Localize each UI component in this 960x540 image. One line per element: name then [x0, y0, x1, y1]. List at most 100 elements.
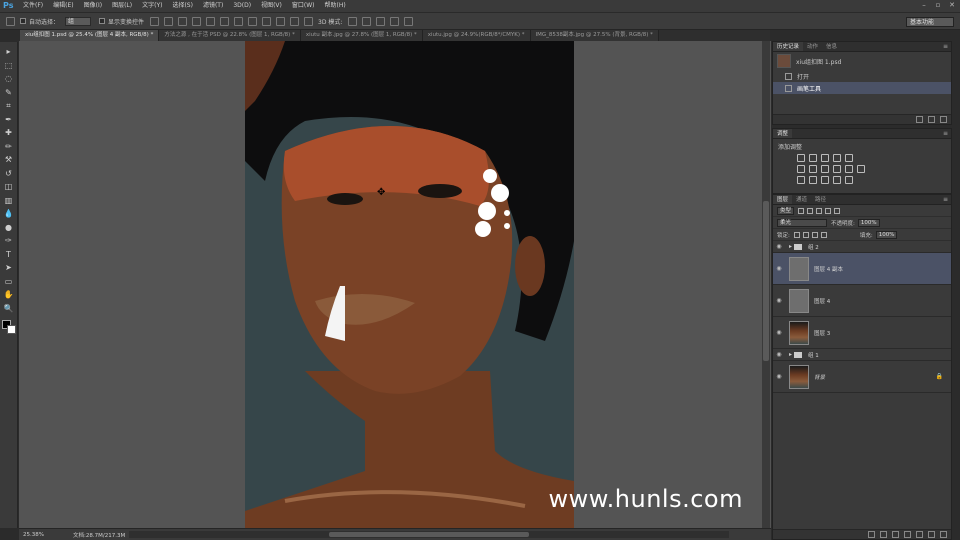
new-layer-icon[interactable] [928, 531, 935, 538]
tab-document-5[interactable]: IMG_8538副本.jpg @ 27.5% (背景, RGB/8) * [530, 30, 659, 41]
history-item-brush[interactable]: 画笔工具 [773, 82, 951, 94]
blend-mode-dropdown[interactable]: 柔光 [777, 218, 827, 227]
distribute-bottom-icon[interactable] [262, 16, 272, 26]
menu-item-select[interactable]: 选择(S) [167, 0, 198, 12]
color-lookup-icon[interactable] [857, 165, 865, 173]
expand-arrow-icon[interactable]: ▸ [789, 351, 792, 358]
filter-adjustment-icon[interactable] [807, 207, 814, 214]
tab-history[interactable]: 历史记录 [773, 42, 804, 51]
photo-filter-icon[interactable] [833, 165, 841, 173]
channel-mixer-icon[interactable] [845, 165, 853, 173]
layer-group-1[interactable]: ◉ ▸ 组 1 [773, 349, 951, 361]
show-transform-checkbox[interactable] [99, 18, 106, 24]
trash-icon[interactable] [940, 531, 947, 538]
tab-document-2[interactable]: 方法之源 , 在于活 PSD @ 22.8% (图层 1, RGB/8) * [159, 30, 301, 41]
zoom-icon[interactable]: 🔍 [3, 303, 15, 315]
lock-transparent-icon[interactable] [793, 231, 800, 238]
visibility-eye-icon[interactable]: ◉ [773, 373, 785, 380]
move-tool-preset-icon[interactable] [6, 16, 15, 26]
marquee-icon[interactable]: ⬚ [3, 60, 15, 72]
history-item-open[interactable]: 打开 [773, 70, 951, 82]
healing-icon[interactable]: ✚ [3, 127, 15, 139]
tab-document-4[interactable]: xiutu.jpg @ 24.9%(RGB/8*/CMYK) * [422, 30, 531, 41]
align-right-icon[interactable] [220, 16, 230, 26]
menu-item-filter[interactable]: 滤镜(T) [198, 0, 228, 12]
layer-background[interactable]: ◉ 背景 🔒 [773, 361, 951, 393]
blur-icon[interactable]: 💧 [3, 208, 15, 220]
layer-group-2[interactable]: ◉ ▸ 组 2 [773, 241, 951, 253]
visibility-eye-icon[interactable]: ◉ [773, 265, 785, 272]
align-left-icon[interactable] [192, 16, 202, 26]
opacity-input[interactable]: 100% [857, 218, 880, 227]
menu-item-edit[interactable]: 编辑(E) [48, 0, 78, 12]
layer-3[interactable]: ◉ 图层 3 [773, 317, 951, 349]
history-snapshot[interactable]: xiu组扣图 1.psd [773, 52, 951, 70]
lock-all-icon[interactable] [820, 231, 827, 238]
layer-filter-kind[interactable]: 类型 [777, 206, 795, 215]
expand-arrow-icon[interactable]: ▸ [789, 243, 792, 250]
canvas-area[interactable]: ✥ www.hunls.com [19, 41, 771, 528]
layer-mask-icon[interactable] [892, 531, 899, 538]
filter-type-icon[interactable] [816, 207, 823, 214]
new-document-from-state-icon[interactable] [916, 116, 923, 123]
filter-smart-object-icon[interactable] [834, 207, 841, 214]
link-layers-icon[interactable] [868, 531, 875, 538]
path-select-icon[interactable]: ➤ [3, 262, 15, 274]
layer-style-icon[interactable] [880, 531, 887, 538]
menu-item-3d[interactable]: 3D(D) [228, 0, 256, 12]
curves-icon[interactable] [821, 154, 829, 162]
exposure-icon[interactable] [833, 154, 841, 162]
pen-icon[interactable]: ✑ [3, 235, 15, 247]
workspace-dropdown[interactable]: 基本功能 [906, 17, 954, 27]
shape-icon[interactable]: ▭ [3, 276, 15, 288]
eraser-icon[interactable]: ◫ [3, 181, 15, 193]
new-group-icon[interactable] [916, 531, 923, 538]
distribute-hcenter-icon[interactable] [290, 16, 300, 26]
distribute-top-icon[interactable] [234, 16, 244, 26]
vibrance-icon[interactable] [845, 154, 853, 162]
move-icon[interactable]: ▸ [3, 46, 15, 58]
menu-item-layer[interactable]: 图层(L) [107, 0, 137, 12]
levels-icon[interactable] [809, 154, 817, 162]
vertical-scrollbar[interactable] [762, 41, 770, 528]
lock-image-icon[interactable] [802, 231, 809, 238]
layer-4[interactable]: ◉ 图层 4 [773, 285, 951, 317]
snapshot-icon[interactable] [928, 116, 935, 123]
minimize-button[interactable]: – [920, 1, 928, 10]
visibility-eye-icon[interactable]: ◉ [773, 297, 785, 304]
3d-scale-icon[interactable] [404, 16, 414, 26]
3d-rotate-icon[interactable] [348, 16, 358, 26]
brush-icon[interactable]: ✏ [3, 141, 15, 153]
fill-input[interactable]: 100% [875, 230, 898, 239]
zoom-level[interactable]: 25.38% [19, 532, 53, 538]
menu-item-window[interactable]: 窗口(W) [287, 0, 320, 12]
tab-info[interactable]: 信息 [822, 42, 841, 51]
quick-select-icon[interactable]: ✎ [3, 87, 15, 99]
panel-menu-icon[interactable]: ≡ [943, 129, 948, 139]
3d-roll-icon[interactable] [362, 16, 372, 26]
align-top-icon[interactable] [150, 16, 160, 26]
tab-layers[interactable]: 图层 [773, 195, 793, 204]
distribute-vcenter-icon[interactable] [248, 16, 258, 26]
maximize-button[interactable]: ▫ [934, 1, 942, 10]
history-brush-icon[interactable]: ↺ [3, 168, 15, 180]
horizontal-scroll-thumb[interactable] [329, 532, 529, 537]
tab-paths[interactable]: 路径 [811, 195, 830, 204]
adjustment-layer-icon[interactable] [904, 531, 911, 538]
hand-icon[interactable]: ✋ [3, 289, 15, 301]
eyedropper-icon[interactable]: ✒ [3, 114, 15, 126]
tab-document-1[interactable]: xiu组扣图 1.psd @ 25.4% (图层 4 副本, RGB/8) * [20, 30, 160, 41]
panel-menu-icon[interactable]: ≡ [943, 195, 948, 205]
visibility-eye-icon[interactable]: ◉ [773, 243, 785, 250]
menu-item-file[interactable]: 文件(F) [18, 0, 48, 12]
menu-item-image[interactable]: 图像(I) [79, 0, 107, 12]
close-button[interactable]: ✕ [948, 1, 956, 10]
document-photo[interactable] [245, 41, 574, 528]
align-bottom-icon[interactable] [178, 16, 188, 26]
visibility-eye-icon[interactable]: ◉ [773, 329, 785, 336]
menu-item-view[interactable]: 视图(V) [256, 0, 287, 12]
auto-select-dropdown[interactable]: 组 [65, 16, 92, 26]
layer-4-copy[interactable]: ◉ 图层 4 副本 [773, 253, 951, 285]
lock-position-icon[interactable] [811, 231, 818, 238]
brightness-icon[interactable] [797, 154, 805, 162]
